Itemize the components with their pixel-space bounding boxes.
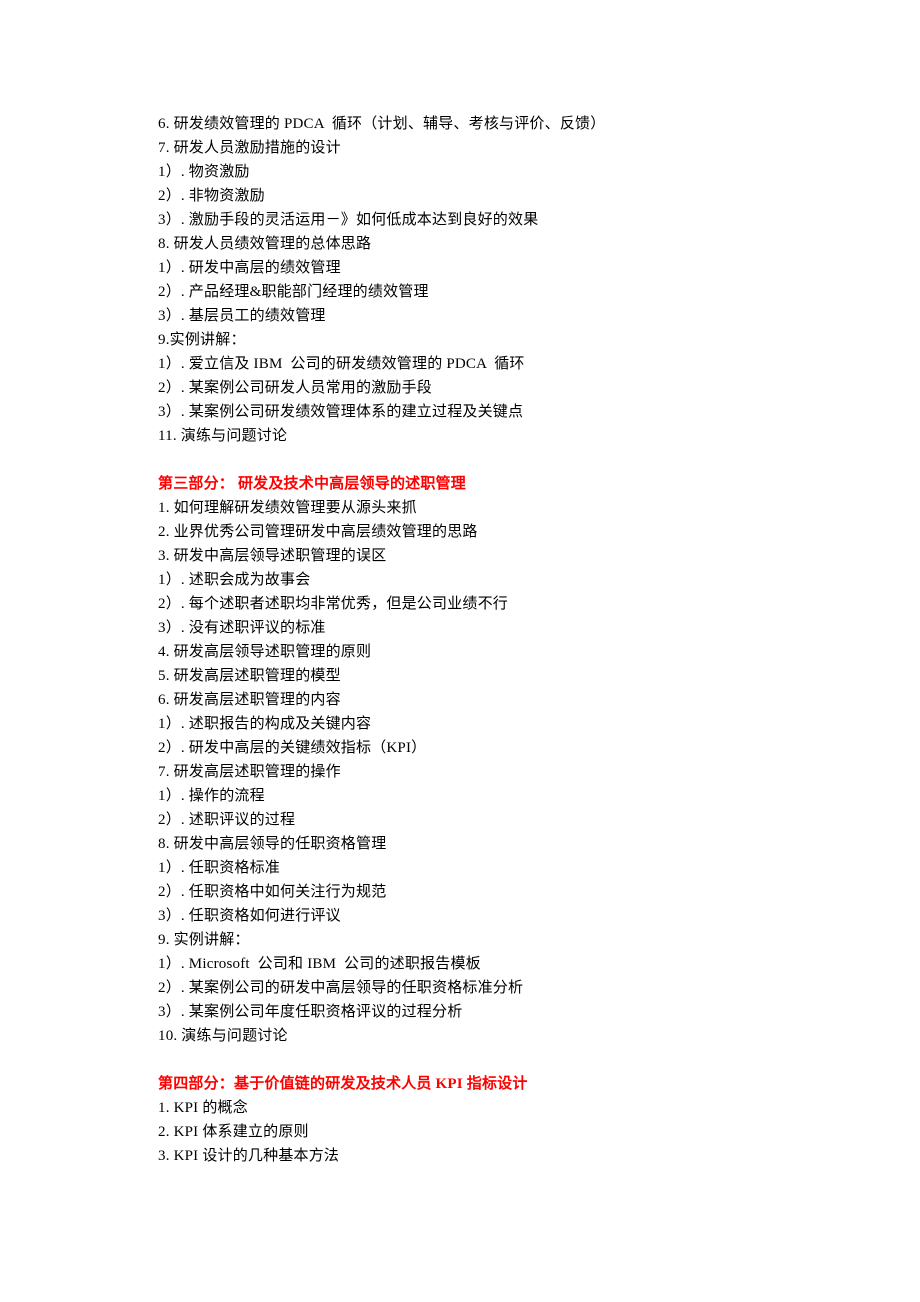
section-heading: 第四部分：基于价值链的研发及技术人员 KPI 指标设计 (158, 1072, 762, 1096)
text-line: 3）. 某案例公司年度任职资格评议的过程分析 (158, 1000, 762, 1024)
section-4: 第四部分：基于价值链的研发及技术人员 KPI 指标设计 1. KPI 的概念 2… (158, 1072, 762, 1168)
text-line: 3. 研发中高层领导述职管理的误区 (158, 544, 762, 568)
text-line: 2）. 研发中高层的关键绩效指标（KPI） (158, 736, 762, 760)
text-line: 9.实例讲解： (158, 328, 762, 352)
text-line: 3）. 没有述职评议的标准 (158, 616, 762, 640)
text-line: 2）. 非物资激励 (158, 184, 762, 208)
text-line: 7. 研发高层述职管理的操作 (158, 760, 762, 784)
text-line: 4. 研发高层领导述职管理的原则 (158, 640, 762, 664)
text-line: 2）. 每个述职者述职均非常优秀，但是公司业绩不行 (158, 592, 762, 616)
text-line: 1）. 爱立信及 IBM 公司的研发绩效管理的 PDCA 循环 (158, 352, 762, 376)
text-line: 6. 研发高层述职管理的内容 (158, 688, 762, 712)
text-line: 8. 研发中高层领导的任职资格管理 (158, 832, 762, 856)
text-line: 3）. 某案例公司研发绩效管理体系的建立过程及关键点 (158, 400, 762, 424)
text-line: 5. 研发高层述职管理的模型 (158, 664, 762, 688)
content-block-1: 6. 研发绩效管理的 PDCA 循环（计划、辅导、考核与评价、反馈） 7. 研发… (158, 112, 762, 448)
text-line: 1. 如何理解研发绩效管理要从源头来抓 (158, 496, 762, 520)
text-line: 3）. 激励手段的灵活运用－》如何低成本达到良好的效果 (158, 208, 762, 232)
text-line: 1）. 研发中高层的绩效管理 (158, 256, 762, 280)
text-line: 3）. 任职资格如何进行评议 (158, 904, 762, 928)
text-line: 3. KPI 设计的几种基本方法 (158, 1144, 762, 1168)
section-heading: 第三部分： 研发及技术中高层领导的述职管理 (158, 472, 762, 496)
text-line: 1）. 述职报告的构成及关键内容 (158, 712, 762, 736)
text-line: 2）. 某案例公司研发人员常用的激励手段 (158, 376, 762, 400)
document-page: 6. 研发绩效管理的 PDCA 循环（计划、辅导、考核与评价、反馈） 7. 研发… (0, 0, 920, 1292)
text-line: 1）. Microsoft 公司和 IBM 公司的述职报告模板 (158, 952, 762, 976)
text-line: 1. KPI 的概念 (158, 1096, 762, 1120)
text-line: 2）. 某案例公司的研发中高层领导的任职资格标准分析 (158, 976, 762, 1000)
text-line: 1）. 任职资格标准 (158, 856, 762, 880)
text-line: 2）. 任职资格中如何关注行为规范 (158, 880, 762, 904)
text-line: 2. 业界优秀公司管理研发中高层绩效管理的思路 (158, 520, 762, 544)
text-line: 3）. 基层员工的绩效管理 (158, 304, 762, 328)
text-line: 1）. 物资激励 (158, 160, 762, 184)
section-3: 第三部分： 研发及技术中高层领导的述职管理 1. 如何理解研发绩效管理要从源头来… (158, 472, 762, 1048)
text-line: 8. 研发人员绩效管理的总体思路 (158, 232, 762, 256)
text-line: 2. KPI 体系建立的原则 (158, 1120, 762, 1144)
text-line: 2）. 述职评议的过程 (158, 808, 762, 832)
text-line: 10. 演练与问题讨论 (158, 1024, 762, 1048)
text-line: 9. 实例讲解： (158, 928, 762, 952)
text-line: 1）. 述职会成为故事会 (158, 568, 762, 592)
text-line: 7. 研发人员激励措施的设计 (158, 136, 762, 160)
text-line: 11. 演练与问题讨论 (158, 424, 762, 448)
text-line: 1）. 操作的流程 (158, 784, 762, 808)
text-line: 2）. 产品经理&职能部门经理的绩效管理 (158, 280, 762, 304)
text-line: 6. 研发绩效管理的 PDCA 循环（计划、辅导、考核与评价、反馈） (158, 112, 762, 136)
